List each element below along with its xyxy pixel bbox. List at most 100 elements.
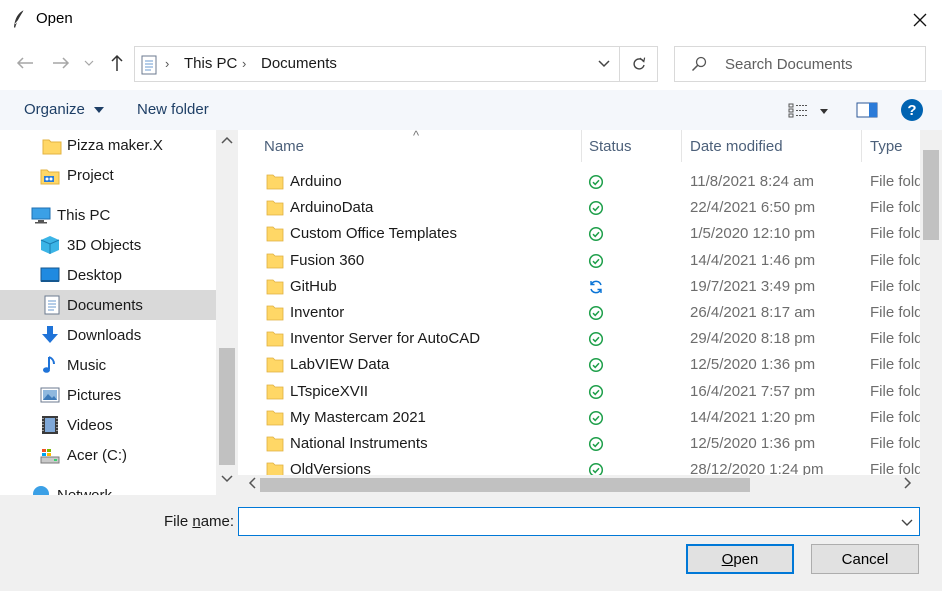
sidebar-item-label: Project [67, 166, 114, 184]
scrollbar-thumb[interactable] [923, 150, 939, 240]
file-row[interactable]: ArduinoData 22/4/2021 6:50 pm File folder [238, 195, 920, 221]
sidebar-item-videos[interactable]: Videos [0, 410, 216, 440]
navigation-pane: Pizza maker.X Project This PC 3D Objects… [0, 130, 238, 495]
sidebar-item-label: 3D Objects [67, 236, 142, 254]
pictures-icon [40, 387, 60, 403]
up-button[interactable] [106, 52, 128, 74]
column-divider[interactable] [581, 130, 582, 162]
column-divider[interactable] [861, 130, 862, 162]
file-row[interactable]: GitHub 19/7/2021 3:49 pm File folder [238, 274, 920, 300]
navigation-pane-scrollbar[interactable] [216, 130, 238, 495]
scroll-left-icon[interactable] [248, 477, 256, 489]
scroll-down-icon[interactable] [221, 475, 233, 483]
file-row[interactable]: LTspiceXVII 16/4/2021 7:57 pm File folder [238, 379, 920, 405]
file-row[interactable]: Arduino 11/8/2021 8:24 am File folder [238, 169, 920, 195]
sidebar-item-label: Videos [67, 416, 113, 434]
scroll-up-icon[interactable] [221, 136, 233, 144]
scrollbar-thumb[interactable] [260, 478, 750, 492]
file-row[interactable]: Inventor Server for AutoCAD 29/4/2020 8:1… [238, 326, 920, 352]
file-row[interactable]: My Mastercam 2021 14/4/2021 1:20 pm File f… [238, 405, 920, 431]
forward-button[interactable] [50, 52, 72, 74]
file-name: ArduinoData [290, 199, 374, 217]
file-name: GitHub [290, 277, 337, 295]
column-header-status[interactable]: Status [589, 130, 632, 162]
file-list-vertical-scrollbar[interactable] [920, 130, 942, 475]
file-name: LabVIEW Data [290, 356, 390, 374]
file-name-input[interactable] [238, 507, 920, 536]
sidebar-item-this-pc[interactable]: This PC [0, 200, 216, 230]
file-row[interactable]: Custom Office Templates 1/5/2020 12:10 pm… [238, 221, 920, 247]
scroll-right-icon[interactable] [904, 477, 912, 489]
sidebar-item-pictures[interactable]: Pictures [0, 380, 216, 410]
music-icon [43, 356, 55, 373]
folder-icon [266, 384, 284, 399]
sidebar-item-documents[interactable]: Documents [0, 290, 216, 320]
chevron-down-icon[interactable] [898, 513, 916, 531]
address-bar[interactable]: › This PC › Documents [134, 46, 658, 82]
available-check-icon [588, 253, 604, 268]
cancel-button[interactable]: Cancel [811, 544, 919, 574]
address-dropdown-button[interactable] [589, 47, 619, 81]
search-icon [691, 56, 707, 72]
available-check-icon [588, 384, 604, 399]
sidebar-item-music[interactable]: Music [0, 350, 216, 380]
search-box[interactable]: Search Documents [674, 46, 926, 82]
sidebar-item-downloads[interactable]: Downloads [0, 320, 216, 350]
file-row[interactable]: Fusion 360 14/4/2021 1:46 pm File folder [238, 248, 920, 274]
search-placeholder: Search Documents [725, 56, 853, 73]
file-type: File folder [870, 199, 920, 217]
file-row[interactable]: Inventor 26/4/2021 8:17 am File folder [238, 300, 920, 326]
documents-icon [141, 55, 157, 75]
breadcrumb-documents[interactable]: Documents [261, 55, 337, 72]
close-icon [913, 13, 927, 27]
open-button[interactable]: Open [686, 544, 794, 574]
date-modified: 14/4/2021 1:46 pm [690, 251, 816, 269]
organize-button[interactable]: Organize [24, 101, 105, 118]
refresh-button[interactable] [619, 47, 657, 81]
folder-icon [266, 200, 284, 216]
sidebar-item-network[interactable]: Network [0, 480, 216, 495]
recent-locations-button[interactable] [82, 52, 96, 74]
access-key: O [721, 550, 734, 568]
change-view-button[interactable] [786, 100, 834, 122]
breadcrumb-separator: › [242, 56, 247, 71]
folder-icon [266, 253, 284, 268]
date-modified: 19/7/2021 3:49 pm [690, 277, 816, 295]
column-divider[interactable] [681, 130, 682, 162]
file-list-horizontal-scrollbar[interactable] [238, 475, 920, 495]
title-bar: Open [0, 0, 942, 38]
available-check-icon [588, 227, 604, 242]
video-icon [42, 416, 58, 434]
scrollbar-thumb[interactable] [219, 348, 235, 465]
folder-icon [266, 357, 284, 373]
available-check-icon [588, 305, 604, 321]
dialog-footer: File name: Open Cancel [0, 495, 942, 591]
breadcrumb-this-pc[interactable]: This PC [184, 55, 237, 72]
forward-arrow-icon [53, 57, 70, 69]
sidebar-item-pizza-maker[interactable]: Pizza maker.X [0, 130, 216, 160]
sidebar-item-label: Desktop [67, 266, 123, 284]
close-button[interactable] [906, 9, 934, 31]
column-header-date-modified[interactable]: Date modified [690, 130, 783, 162]
sidebar-item-desktop[interactable]: Desktop [0, 260, 216, 290]
new-folder-button[interactable]: New folder [137, 101, 209, 118]
preview-pane-button[interactable] [856, 100, 878, 120]
file-row[interactable]: National Instruments 12/5/2020 1:36 pm Fil… [238, 431, 920, 457]
help-button[interactable]: ? [901, 99, 923, 121]
date-modified: 26/4/2021 8:17 am [690, 304, 816, 321]
column-header-type[interactable]: Type [870, 130, 903, 162]
scrollbar-corner [920, 475, 942, 495]
sort-ascending-icon: ^ [413, 130, 420, 143]
file-name: LTspiceXVII [290, 382, 369, 400]
available-check-icon [588, 174, 604, 190]
network-icon [33, 486, 49, 495]
back-button[interactable] [14, 52, 36, 74]
date-modified: 12/5/2020 1:36 pm [690, 435, 816, 452]
file-type: File folder [870, 382, 920, 400]
file-row[interactable]: LabVIEW Data 12/5/2020 1:36 pm File folder [238, 352, 920, 378]
file-type: File folder [870, 330, 920, 348]
sidebar-item-project[interactable]: Project [0, 160, 216, 190]
sidebar-item-acer-drive[interactable]: Acer (C:) [0, 440, 216, 470]
column-header-name[interactable]: Name [264, 130, 304, 162]
sidebar-item-3d-objects[interactable]: 3D Objects [0, 230, 216, 260]
